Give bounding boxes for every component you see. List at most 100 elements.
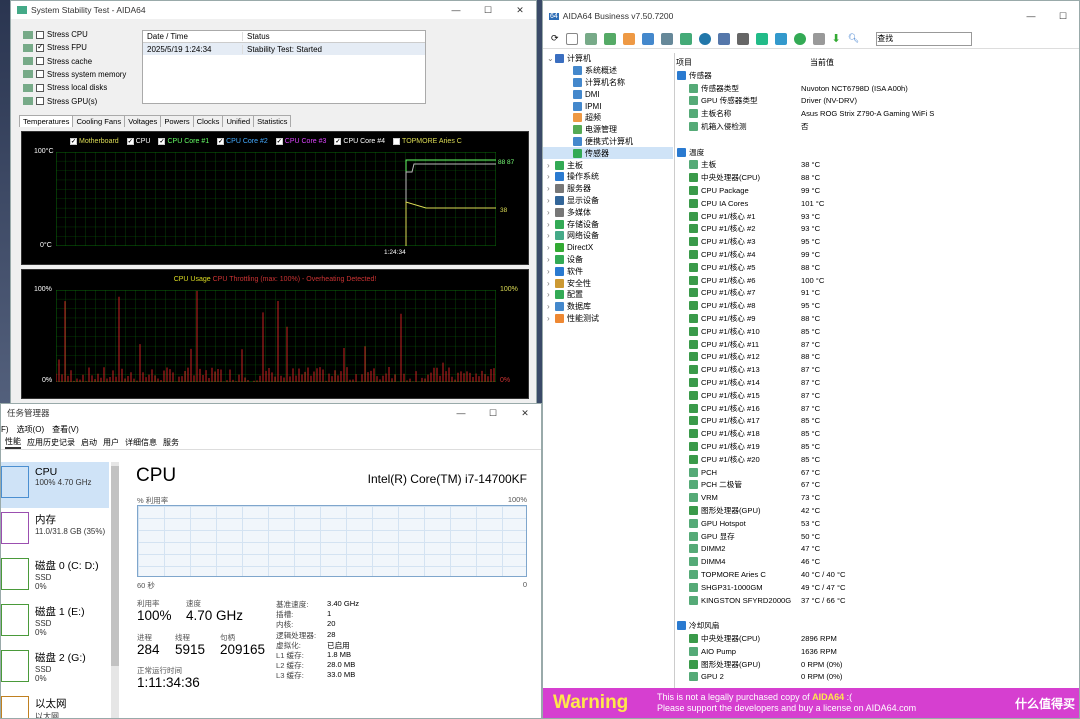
legend-item[interactable]: ✓ CPU Core #4: [334, 138, 385, 145]
expand-icon[interactable]: ›: [547, 314, 555, 323]
stress-check-1[interactable]: Stress FPU: [23, 42, 87, 52]
expand-icon[interactable]: ›: [547, 290, 555, 299]
stress-check-4[interactable]: Stress local disks: [23, 83, 107, 92]
sensor-row[interactable]: 传感器类型 Nuvoton NCT6798D (ISA A00h): [677, 82, 1077, 95]
legend-item[interactable]: ✓ CPU: [126, 138, 150, 145]
section-header[interactable]: 冷却风扇: [677, 619, 1077, 632]
stress-check-5[interactable]: Stress GPU(s): [23, 97, 97, 106]
sensor-row[interactable]: SHGP31-1000GM 49 °C / 47 °C: [677, 581, 1077, 594]
tree-item[interactable]: › 安全性: [543, 277, 673, 289]
tree-item[interactable]: 计算机名称: [543, 77, 673, 89]
expand-icon[interactable]: ›: [547, 220, 555, 229]
download-icon[interactable]: ⬇: [832, 32, 841, 45]
sensor-row[interactable]: CPU #1/核心 #17 85 °C: [677, 415, 1077, 428]
network-icon[interactable]: [660, 32, 673, 45]
tm-tab[interactable]: 启动: [81, 437, 97, 448]
sensor-row[interactable]: 中央处理器(CPU) 2896 RPM: [677, 632, 1077, 645]
report-icon[interactable]: [565, 32, 578, 45]
display-icon[interactable]: [736, 32, 749, 45]
sensor-row[interactable]: 中央处理器(CPU) 88 °C: [677, 171, 1077, 184]
chip-icon[interactable]: [584, 32, 597, 45]
tree-item[interactable]: ⌄ 计算机: [543, 53, 673, 65]
refresh-icon[interactable]: ⟳: [551, 33, 559, 44]
sensor-row[interactable]: CPU #1/核心 #13 87 °C: [677, 363, 1077, 376]
tree-item[interactable]: DMI: [543, 88, 673, 100]
tree-item[interactable]: › 存储设备: [543, 218, 673, 230]
sensor-row[interactable]: GPU 显存 50 °C: [677, 530, 1077, 543]
expand-icon[interactable]: ›: [547, 243, 555, 252]
sensor-row[interactable]: CPU #1/核心 #4 99 °C: [677, 248, 1077, 261]
tree-item[interactable]: › 数据库: [543, 301, 673, 313]
check-icon[interactable]: [793, 32, 806, 45]
sensor-row[interactable]: CPU IA Cores 101 °C: [677, 197, 1077, 210]
checkbox[interactable]: [36, 42, 44, 52]
expand-icon[interactable]: ›: [547, 172, 555, 181]
sensor-row[interactable]: [677, 606, 1077, 619]
col-datetime[interactable]: Date / Time: [143, 32, 243, 41]
stress-check-2[interactable]: Stress cache: [23, 57, 92, 66]
sidebar-scrollbar[interactable]: [111, 462, 119, 718]
tab-clocks[interactable]: Clocks: [192, 115, 224, 127]
tree-item[interactable]: › 显示设备: [543, 195, 673, 207]
sensor-row[interactable]: 图形处理器(GPU) 0 RPM (0%): [677, 658, 1077, 671]
sensor-row[interactable]: GPU 2 0 RPM (0%): [677, 670, 1077, 683]
tab-statistics[interactable]: Statistics: [253, 115, 292, 127]
perf-item[interactable]: 磁盘 1 (E:) SSD 0%: [1, 600, 109, 646]
sensor-row[interactable]: TOPMORE Aries C 40 °C / 40 °C: [677, 568, 1077, 581]
tree-item[interactable]: 便携式计算机: [543, 136, 673, 148]
legend-checkbox[interactable]: ✓: [334, 138, 342, 145]
search-icon[interactable]: 🔍︎: [848, 33, 859, 44]
tree-item[interactable]: › 操作系统: [543, 171, 673, 183]
menu-item[interactable]: 查看(V): [52, 424, 79, 435]
memory-icon[interactable]: [603, 32, 616, 45]
sensor-row[interactable]: CPU #1/核心 #6 100 °C: [677, 274, 1077, 287]
sensor-row[interactable]: CPU #1/核心 #9 88 °C: [677, 312, 1077, 325]
tree-item[interactable]: › 设备: [543, 254, 673, 266]
tm-tab[interactable]: 详细信息: [125, 437, 157, 448]
legend-checkbox[interactable]: ✓: [217, 138, 225, 145]
sensor-row[interactable]: CPU #1/核心 #1 93 °C: [677, 210, 1077, 223]
settings-icon[interactable]: [812, 32, 825, 45]
checkbox[interactable]: [36, 57, 44, 66]
tree-item[interactable]: 系统概述: [543, 65, 673, 77]
legend-item[interactable]: ✓ CPU Core #1: [158, 138, 209, 145]
sensor-row[interactable]: CPU #1/核心 #10 85 °C: [677, 325, 1077, 338]
tm-tab[interactable]: 服务: [163, 437, 179, 448]
list-row[interactable]: 2025/5/19 1:24:34 Stability Test: Started: [143, 43, 425, 55]
col-value[interactable]: 当前值: [810, 57, 834, 68]
tm-tab[interactable]: 应用历史记录: [27, 437, 75, 448]
aida-maximize-button[interactable]: ☐: [1047, 11, 1079, 22]
sensor-row[interactable]: [677, 133, 1077, 146]
legend-item[interactable]: ✓ CPU Core #3: [275, 138, 326, 145]
sensor-row[interactable]: PCH 67 °C: [677, 466, 1077, 479]
sensor-row[interactable]: 机箱入侵检测 否: [677, 120, 1077, 133]
expand-icon[interactable]: ›: [547, 184, 555, 193]
stress-check-0[interactable]: Stress CPU: [23, 30, 88, 39]
expand-icon[interactable]: ›: [547, 208, 555, 217]
sensor-row[interactable]: KINGSTON SFYRD2000G 37 °C / 66 °C: [677, 594, 1077, 607]
legend-item[interactable]: ✓ Motherboard: [70, 138, 119, 145]
list-icon[interactable]: [755, 32, 768, 45]
legend-checkbox[interactable]: [393, 138, 401, 145]
maximize-button[interactable]: ☐: [472, 5, 504, 16]
tree-item[interactable]: › DirectX: [543, 242, 673, 254]
sensor-row[interactable]: CPU #1/核心 #2 93 °C: [677, 223, 1077, 236]
tm-maximize-button[interactable]: ☐: [477, 408, 509, 419]
expand-icon[interactable]: ›: [547, 161, 555, 170]
tree-item[interactable]: › 软件: [543, 265, 673, 277]
checkbox[interactable]: [36, 83, 44, 92]
search-input[interactable]: [876, 31, 973, 46]
legend-checkbox[interactable]: ✓: [70, 138, 77, 145]
sensor-row[interactable]: GPU Hotspot 53 °C: [677, 517, 1077, 530]
sensor-row[interactable]: CPU #1/核心 #19 85 °C: [677, 440, 1077, 453]
menu-item[interactable]: F): [1, 425, 9, 434]
sensor-row[interactable]: CPU #1/核心 #20 85 °C: [677, 453, 1077, 466]
col-status[interactable]: Status: [243, 32, 270, 41]
sensor-row[interactable]: PCH 二极管 67 °C: [677, 479, 1077, 492]
sensor-row[interactable]: GPU 传感器类型 Driver (NV-DRV): [677, 95, 1077, 108]
sensor-row[interactable]: CPU #1/核心 #5 88 °C: [677, 261, 1077, 274]
sensor-row[interactable]: CPU #1/核心 #11 87 °C: [677, 338, 1077, 351]
tree-item[interactable]: › 性能测试: [543, 313, 673, 325]
sensor-row[interactable]: DIMM4 46 °C: [677, 555, 1077, 568]
legend-checkbox[interactable]: ✓: [275, 138, 283, 145]
